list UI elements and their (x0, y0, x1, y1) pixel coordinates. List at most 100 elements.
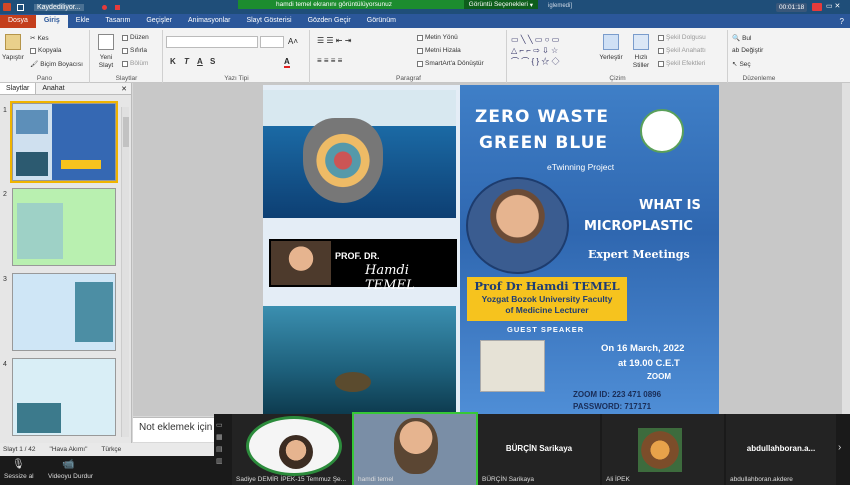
tab-animations[interactable]: Animasyonlar (180, 15, 238, 28)
participant-name: abdullahboran.akdere (730, 476, 793, 483)
arrange-icon (603, 34, 619, 50)
layout-button[interactable]: Düzen (122, 34, 149, 41)
shadow-button[interactable]: S (210, 57, 215, 66)
grow-font-icon[interactable]: A˄ (288, 37, 298, 46)
participant-name: hamdi temel (358, 476, 394, 483)
close-pane-icon[interactable]: ✕ (117, 83, 131, 94)
ocean-pollution-image[interactable] (263, 306, 456, 415)
tab-review[interactable]: Gözden Geçir (300, 15, 359, 28)
slide-thumbnail-3[interactable] (12, 273, 116, 351)
powerpoint-icon[interactable] (3, 3, 11, 11)
tab-transitions[interactable]: Geçişler (138, 15, 180, 28)
slide-thumbnail-4[interactable] (12, 358, 116, 436)
event-poster[interactable]: ZERO WASTE GREEN BLUE eTwinning Project … (460, 85, 719, 415)
cut-button[interactable]: ✂ Kes (30, 34, 49, 43)
clipboard-group: Yapıştır ✂ Kes Kopyala 🖌 Biçim Boyacısı Pa… (0, 30, 90, 83)
notes-placeholder: Not eklemek için (139, 422, 213, 433)
participant-tile[interactable]: Ali İPEK (602, 414, 724, 485)
quick-styles-button[interactable]: Hızlı Stiller (628, 34, 654, 70)
new-slide-button[interactable]: Yeni Slayt (94, 34, 118, 70)
slides-group: Yeni Slayt Düzen Sıfırla Bölüm Slaytlar (91, 30, 163, 83)
align-icon[interactable]: ≡ ≡ ≡ ≡ (317, 56, 342, 65)
window-controls[interactable]: ▭ ✕ (826, 2, 840, 10)
replace-label: Değiştir (741, 47, 764, 54)
video-camera-icon[interactable]: 📹 (62, 459, 74, 470)
strip-controls[interactable]: ▭ ▦ ▤ ▥ (216, 420, 228, 478)
italic-button[interactable]: T (184, 57, 189, 66)
iceberg-plastic-image[interactable] (263, 90, 456, 218)
poster-what-is: WHAT IS (639, 198, 701, 213)
participant-tile[interactable]: abdullahboran.a... abdullahboran.akdere (726, 414, 836, 485)
reset-button[interactable]: Sıfırla (122, 47, 147, 54)
bold-button[interactable]: K (170, 57, 176, 66)
layout-label: Düzen (130, 34, 149, 41)
slide-thumbnail-2[interactable] (12, 188, 116, 266)
editor-scrollbar[interactable] (842, 83, 850, 416)
font-size-select[interactable] (260, 36, 284, 48)
meeting-controls-bar: 🎙 Sessize al 📹 Videoyu Durdur (0, 456, 214, 485)
language[interactable]: Türkçe (101, 446, 121, 453)
format-painter-button[interactable]: 🖌 Biçim Boyacısı (30, 60, 83, 69)
scrollbar-thumb[interactable] (123, 117, 129, 147)
shape-outline-label: Şekil Anahattı (666, 47, 706, 54)
speaker-name-banner[interactable]: PROF. DR. Hamdi TEMEL (269, 239, 457, 293)
underline-button[interactable]: A (197, 57, 203, 66)
smartart-button[interactable]: SmartArt'a Dönüştür (417, 60, 484, 67)
save-icon[interactable] (17, 3, 24, 11)
section-button[interactable]: Bölüm (122, 60, 148, 67)
replace-button[interactable]: ab Değiştir (732, 47, 763, 54)
pane-tabs: Slaytlar Anahat ✕ (0, 83, 131, 95)
thumbnail-scrollbar[interactable] (121, 107, 129, 437)
align-text-label: Metni Hizala (425, 47, 461, 54)
participant-tile[interactable]: BÜRÇİN Sarikaya BÜRÇİN Sarikaya (478, 414, 600, 485)
select-label: Seç (739, 60, 751, 68)
participant-tile-active-speaker[interactable]: hamdi temel (352, 412, 478, 485)
font-family-select[interactable] (166, 36, 258, 48)
shapes-gallery[interactable]: ▭ ╲ ╲ ▭ ○ ▭ △ ⌐ ⌐ ⇨ ⇩ ☆ ⌒ ⌒ { } ☆ ◇ (511, 34, 591, 72)
find-button[interactable]: 🔍 Bul (732, 34, 752, 43)
microphone-icon[interactable]: 🎙 (12, 459, 25, 470)
speaker-name: Prof Dr Hamdi TEMEL (474, 279, 620, 293)
select-button[interactable]: ↖ Seç (732, 60, 751, 69)
current-slide[interactable]: PROF. DR. Hamdi TEMEL ZERO WASTE GREEN B… (263, 85, 719, 415)
autosave-label: Kaydediliyor... (34, 3, 84, 11)
copy-button[interactable]: Kopyala (30, 47, 62, 54)
shape-effects-button[interactable]: Şekil Efektleri (658, 60, 705, 67)
shape-outline-button[interactable]: Şekil Anahattı (658, 47, 706, 54)
mute-button[interactable]: Sessize al (4, 473, 34, 480)
tab-slides[interactable]: Slaytlar (0, 83, 37, 94)
tab-file[interactable]: Dosya (0, 15, 36, 28)
arrange-label: Yerleştir (599, 54, 623, 61)
tab-view[interactable]: Görünüm (359, 15, 404, 28)
participant-tile[interactable]: Sadiye DEMİR İPEK-15 Temmuz Şe... (232, 414, 356, 485)
tab-insert[interactable]: Ekle (68, 15, 98, 28)
section-icon (122, 60, 128, 67)
drawing-group-label: Çizim (609, 75, 626, 82)
shape-fill-label: Şekil Dolgusu (666, 34, 706, 41)
align-text-button[interactable]: Metni Hizala (417, 47, 461, 54)
poster-title-1: ZERO WASTE (475, 107, 609, 127)
text-direction-label: Metin Yönü (425, 34, 458, 41)
tab-home[interactable]: Giriş (35, 15, 68, 28)
font-color-icon[interactable]: A (284, 57, 290, 68)
paste-button[interactable]: Yapıştır (2, 34, 24, 61)
text-direction-button[interactable]: Metin Yönü (417, 34, 458, 41)
cursor-icon: ↖ (732, 61, 738, 68)
participant-name: Ali İPEK (606, 476, 630, 483)
bullets-icon[interactable]: ☰ ☰ ⇤ ⇥ (317, 36, 351, 45)
new-slide-icon (98, 34, 114, 50)
help-icon[interactable]: ? (840, 17, 844, 26)
stop-share-icon[interactable] (812, 3, 822, 11)
shape-fill-button[interactable]: Şekil Dolgusu (658, 34, 706, 41)
stop-video-button[interactable]: Videoyu Durdur (48, 473, 93, 480)
tab-design[interactable]: Tasarım (97, 15, 138, 28)
slide-number: 4 (3, 361, 7, 368)
tab-slideshow[interactable]: Slayt Gösterisi (238, 15, 299, 28)
arrange-button[interactable]: Yerleştir (598, 34, 624, 61)
copy-icon (30, 47, 36, 54)
view-options-button[interactable]: Görüntü Seçenekleri ▾ (463, 0, 538, 9)
chevron-right-icon[interactable]: › (838, 442, 841, 453)
view-options-label: Görüntü Seçenekleri (468, 1, 528, 8)
slide-thumbnail-1[interactable] (10, 101, 118, 183)
tab-outline[interactable]: Anahat (36, 83, 70, 94)
